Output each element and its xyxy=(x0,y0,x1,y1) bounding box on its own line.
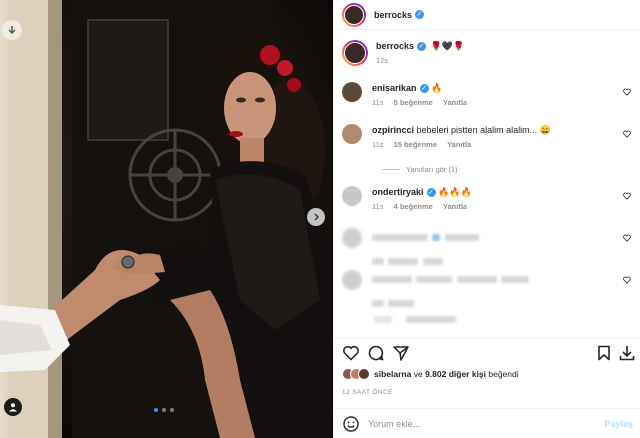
post-timestamp[interactable]: 12 SAAT ÖNCE xyxy=(342,389,393,396)
likes-suffix: beğendi xyxy=(488,369,519,379)
other-likers-count[interactable]: 9.802 diğer kişi xyxy=(425,369,486,379)
blurred-comment xyxy=(342,270,637,312)
view-replies-button[interactable]: Yanıtları gör (1) xyxy=(382,165,458,174)
caption-avatar[interactable] xyxy=(342,40,368,66)
commenter-username[interactable]: ondertiryaki xyxy=(372,187,424,197)
post-header: berrocks ✓ xyxy=(334,0,640,30)
like-comment-heart-icon[interactable] xyxy=(623,276,631,284)
verified-badge-icon: ✓ xyxy=(419,84,429,94)
comment-item: ondertiryaki ✓ 🔥🔥🔥 11s 4 beğenme Yanıtla xyxy=(342,186,637,211)
post-details-panel: berrocks ✓ berrocks ✓ 🌹🖤🌹 12s enisarikan ✓… xyxy=(333,0,640,438)
comment-item: ozpirincci bebeleri pistten alalim alali… xyxy=(342,124,637,149)
liker-avatar xyxy=(358,368,370,380)
like-comment-heart-icon[interactable] xyxy=(623,192,631,200)
comment-age: 11s xyxy=(372,140,384,149)
caption-text: 🌹🖤🌹 xyxy=(430,41,465,51)
add-comment-bar: Paylaş xyxy=(334,408,640,438)
commenter-username[interactable]: ozpirincci xyxy=(372,125,414,135)
comment-item: enisarikan ✓ 🔥 11s 5 beğenme Yanıtla xyxy=(342,82,637,107)
blurred-avatar xyxy=(342,270,362,290)
next-media-button[interactable] xyxy=(307,208,325,226)
blurred-avatar xyxy=(342,228,362,248)
post-photo xyxy=(0,0,333,438)
likes-connector: ve xyxy=(413,369,423,379)
reply-button[interactable]: Yanıtla xyxy=(443,98,467,107)
comment-text: 🔥🔥🔥 xyxy=(438,187,472,197)
share-send-icon[interactable] xyxy=(392,344,410,362)
comment-text: bebeleri pistten alalim alalim... 😄 xyxy=(416,125,551,135)
view-replies-label: Yanıtları gör (1) xyxy=(406,165,458,174)
caption-username[interactable]: berrocks xyxy=(376,41,414,51)
emoji-smiley-icon[interactable] xyxy=(342,415,360,433)
chevron-right-icon xyxy=(314,213,319,221)
post-media[interactable] xyxy=(0,0,333,438)
reply-button[interactable]: Yanıtla xyxy=(447,140,471,149)
carousel-indicator xyxy=(154,408,174,412)
verified-badge-icon: ✓ xyxy=(417,42,427,52)
divider xyxy=(382,169,400,170)
like-comment-heart-icon[interactable] xyxy=(623,130,631,138)
comment-likes[interactable]: 4 beğenme xyxy=(394,202,433,211)
like-heart-icon[interactable] xyxy=(342,344,360,362)
commenter-avatar[interactable] xyxy=(342,82,362,102)
carousel-dot xyxy=(154,408,158,412)
like-comment-heart-icon[interactable] xyxy=(623,88,631,96)
commenter-username[interactable]: enisarikan xyxy=(372,83,417,93)
post-comment-button[interactable]: Paylaş xyxy=(604,419,633,429)
bookmark-icon[interactable] xyxy=(595,344,613,362)
post-caption: berrocks ✓ 🌹🖤🌹 12s xyxy=(342,40,464,66)
download-icon[interactable] xyxy=(618,344,636,362)
comments-list[interactable]: berrocks ✓ 🌹🖤🌹 12s enisarikan ✓ 🔥 11s 5 be… xyxy=(334,30,640,334)
verified-badge-icon: ✓ xyxy=(415,10,425,19)
comment-text: 🔥 xyxy=(431,83,443,93)
reply-button[interactable]: Yanıtla xyxy=(443,202,467,211)
first-liker-username[interactable]: sibelarna xyxy=(374,369,411,379)
comment-age: 11s xyxy=(372,98,384,107)
post-actions-bar xyxy=(334,338,640,364)
comment-likes[interactable]: 15 beğenme xyxy=(394,140,437,149)
tagged-users-button[interactable] xyxy=(4,398,22,416)
comment-likes[interactable]: 5 beğenme xyxy=(394,98,433,107)
verified-badge-icon: ✓ xyxy=(426,188,436,198)
author-username[interactable]: berrocks xyxy=(374,10,412,20)
carousel-dot xyxy=(162,408,166,412)
blurred-comment xyxy=(342,228,637,270)
likes-summary[interactable]: sibelarna ve 9.802 diğer kişi beğendi xyxy=(342,368,519,380)
user-icon xyxy=(9,403,17,412)
blurred-reply-row xyxy=(374,310,457,328)
liker-avatars xyxy=(342,368,370,380)
comment-input[interactable] xyxy=(368,418,598,429)
commenter-avatar[interactable] xyxy=(342,124,362,144)
caption-age: 12s xyxy=(376,56,389,65)
like-comment-heart-icon[interactable] xyxy=(623,234,631,242)
commenter-avatar[interactable] xyxy=(342,186,362,206)
previous-media-button[interactable] xyxy=(2,20,22,40)
author-avatar[interactable] xyxy=(342,2,366,27)
comment-age: 11s xyxy=(372,202,384,211)
comment-bubble-icon[interactable] xyxy=(367,344,385,362)
carousel-dot xyxy=(170,408,174,412)
arrow-down-icon xyxy=(8,26,16,34)
